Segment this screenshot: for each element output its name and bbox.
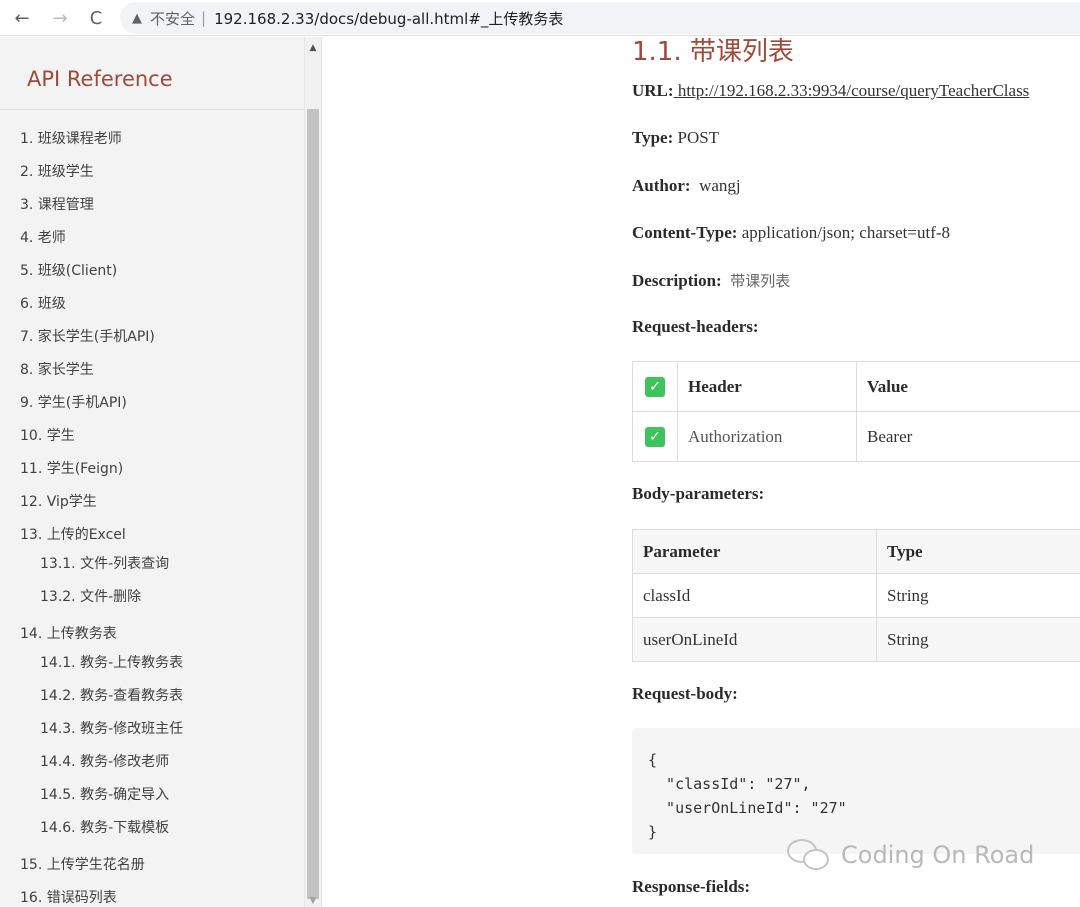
toc-subitem[interactable]: 13.1. 文件-列表查询 [40, 553, 169, 573]
parameter-name-cell: userOnLineId [632, 617, 877, 662]
toc-subitem[interactable]: 14.4. 教务-修改老师 [40, 751, 169, 771]
description-label: Description: [632, 271, 722, 290]
url-label: URL: [632, 81, 674, 100]
security-label[interactable]: 不安全 [150, 8, 195, 29]
column-header: Parameter [632, 529, 877, 574]
code-line: { [648, 751, 658, 769]
parameter-type-cell: String [876, 617, 1080, 662]
select-row-cell: ✓ [632, 411, 678, 462]
forward-arrow-icon[interactable]: → [48, 6, 72, 30]
address-bar[interactable]: ▲ 不安全 | 192.168.2.33/docs/debug-all.html… [120, 2, 1080, 34]
request-body-heading: Request-body: [632, 684, 738, 703]
toc-subitem[interactable]: 14.2. 教务-查看教务表 [40, 685, 183, 705]
scroll-down-icon[interactable]: ▼ [304, 895, 321, 907]
table-header-row: Parameter Type [632, 529, 1080, 574]
toc-subitem[interactable]: 13.2. 文件-删除 [40, 586, 141, 606]
url-link[interactable]: http://192.168.2.33:9934/course/queryTea… [674, 81, 1030, 100]
parameter-name-cell: classId [632, 573, 877, 618]
checkbox-checked-icon[interactable]: ✓ [645, 427, 665, 448]
type-value: POST [677, 128, 720, 147]
description-row: Description: 带课列表 [632, 270, 790, 291]
request-body-code[interactable]: { "classId": "27", "userOnLineId": "27" … [632, 728, 1080, 854]
toc-item[interactable]: 11. 学生(Feign) [20, 458, 123, 478]
author-label: Author: [632, 176, 691, 195]
toc-item[interactable]: 13. 上传的Excel [20, 524, 126, 544]
table-header-row: ✓ Header Value [632, 361, 1080, 412]
toc-item[interactable]: 6. 班级 [20, 293, 66, 313]
type-row: Type: POST [632, 128, 719, 148]
type-label: Type: [632, 128, 674, 147]
toc-item[interactable]: 10. 学生 [20, 425, 75, 445]
body-parameters-table: Parameter Type classId String userOnLine… [632, 529, 1080, 662]
sidebar-title[interactable]: API Reference [27, 67, 173, 91]
toc-item[interactable]: 1. 班级课程老师 [20, 128, 122, 148]
url-row: URL: http://192.168.2.33:9934/course/que… [632, 81, 1029, 101]
content-type-value: application/json; charset=utf-8 [741, 223, 951, 242]
toc-item[interactable]: 5. 班级(Client) [20, 260, 117, 280]
doc-content: 1.1. 带课列表 URL: http://192.168.2.33:9934/… [323, 37, 1080, 907]
toc-item[interactable]: 12. Vip学生 [20, 491, 97, 511]
url-text[interactable]: 192.168.2.33/docs/debug-all.html#_上传教务表 [214, 8, 563, 29]
body-parameters-heading: Body-parameters: [632, 484, 765, 503]
browser-toolbar: ← → C ▲ 不安全 | 192.168.2.33/docs/debug-al… [0, 0, 1080, 36]
table-row: ✓ Authorization Bearer [632, 411, 1080, 462]
scroll-up-icon[interactable]: ▲ [304, 41, 321, 55]
request-headers-table: ✓ Header Value ✓ Authorization Bearer [632, 361, 1080, 462]
code-line: "userOnLineId": "27" [648, 799, 847, 817]
warning-icon[interactable]: ▲ [132, 11, 142, 26]
content-type-label: Content-Type: [632, 223, 738, 242]
toc-subitem[interactable]: 14.1. 教务-上传教务表 [40, 652, 183, 672]
back-arrow-icon[interactable]: ← [10, 6, 34, 30]
toc-item[interactable]: 14. 上传教务表 [20, 623, 117, 643]
table-row: classId String [632, 573, 1080, 618]
sidebar: API Reference 1. 班级课程老师 2. 班级学生 3. 课程管理 … [0, 37, 322, 907]
watermark: Coding On Road [787, 837, 1034, 873]
reload-icon[interactable]: C [84, 6, 108, 30]
column-header: Header [677, 361, 857, 412]
toc-item[interactable]: 2. 班级学生 [20, 161, 94, 181]
header-name-cell: Authorization [677, 411, 857, 462]
author-value: wangj [699, 176, 741, 195]
parameter-type-cell: String [876, 573, 1080, 618]
table-row: userOnLineId String [632, 617, 1080, 662]
response-fields-heading: Response-fields: [632, 877, 751, 896]
scrollbar-thumb[interactable] [307, 109, 319, 899]
author-row: Author: wangj [632, 176, 741, 196]
toc-subitem[interactable]: 14.3. 教务-修改班主任 [40, 718, 183, 738]
toc-item[interactable]: 9. 学生(手机API) [20, 392, 127, 412]
sidebar-divider [0, 109, 304, 110]
column-header: Value [856, 361, 1080, 412]
toc-item[interactable]: 15. 上传学生花名册 [20, 854, 145, 874]
toc-item[interactable]: 7. 家长学生(手机API) [20, 326, 155, 346]
toc-subitem[interactable]: 14.6. 教务-下载模板 [40, 817, 169, 837]
address-separator: | [201, 9, 207, 27]
page-title: 1.1. 带课列表 [632, 37, 794, 67]
wechat-icon [787, 837, 833, 873]
toc-item[interactable]: 4. 老师 [20, 227, 66, 247]
checkbox-checked-icon[interactable]: ✓ [645, 377, 665, 398]
code-line: "classId": "27", [648, 775, 811, 793]
toc-item[interactable]: 16. 错误码列表 [20, 887, 117, 907]
content-type-row: Content-Type: application/json; charset=… [632, 223, 950, 243]
toc-item[interactable]: 8. 家长学生 [20, 359, 94, 379]
toc-subitem[interactable]: 14.5. 教务-确定导入 [40, 784, 169, 804]
select-all-cell: ✓ [632, 361, 678, 412]
request-headers-heading: Request-headers: [632, 317, 759, 336]
column-header: Type [876, 529, 1080, 574]
description-value: 带课列表 [730, 272, 791, 290]
toc-item[interactable]: 3. 课程管理 [20, 194, 94, 214]
header-value-cell[interactable]: Bearer [856, 411, 1080, 462]
watermark-text: Coding On Road [841, 841, 1035, 869]
